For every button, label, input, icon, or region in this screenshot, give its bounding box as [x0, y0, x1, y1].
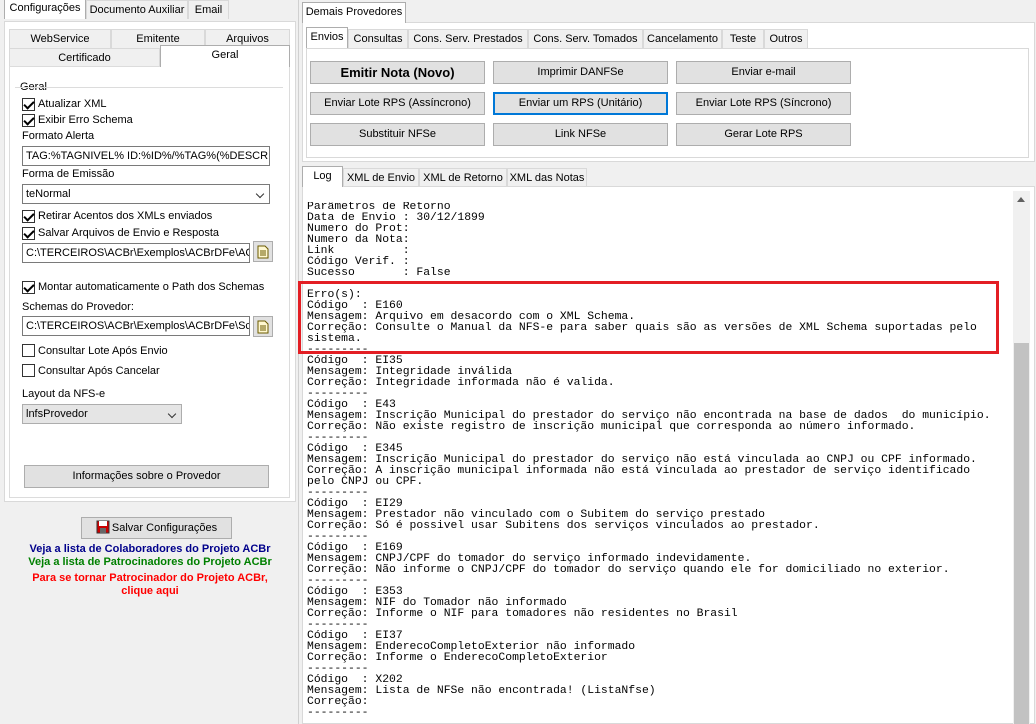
- tab-webservice[interactable]: WebService: [9, 29, 111, 48]
- gerar-lote-rps-button[interactable]: Gerar Lote RPS: [676, 123, 851, 146]
- log-line: ---------: [307, 707, 369, 719]
- consultar-cancelar-checkbox[interactable]: [22, 364, 35, 377]
- atualizar-xml-label: Atualizar XML: [38, 98, 107, 110]
- patrocinadores-link[interactable]: Veja a lista de Patrocinadores do Projet…: [0, 556, 300, 568]
- path-arquivos-input[interactable]: C:\TERCEIROS\ACBr\Exemplos\ACBrDFe\ACBr: [22, 243, 250, 263]
- log-line: pelo CNPJ ou CPF.: [307, 476, 424, 488]
- splitter[interactable]: [298, 0, 299, 724]
- log-line: Correção: Informe o NIF para tomadores n…: [307, 608, 738, 620]
- scroll-thumb[interactable]: [1014, 343, 1029, 724]
- log-line: Mensagem: Lista de NFSe não encontrada! …: [307, 685, 656, 697]
- clique-aqui-link[interactable]: clique aqui: [0, 585, 300, 597]
- log-line: ---------: [307, 531, 369, 543]
- enviar-lote-sincrono-button[interactable]: Enviar Lote RPS (Síncrono): [676, 92, 851, 115]
- log-line: Link :: [307, 245, 410, 257]
- tab-cons-serv-prestados[interactable]: Cons. Serv. Prestados: [408, 29, 528, 48]
- exibir-erro-schema-checkbox[interactable]: [22, 114, 35, 127]
- tab-log[interactable]: Log: [302, 166, 343, 187]
- log-line: Data de Envio : 30/12/1899: [307, 212, 485, 224]
- tab-xml-notas[interactable]: XML das Notas: [507, 168, 587, 187]
- save-disk-icon: [96, 520, 110, 534]
- log-line: Numero do Prot:: [307, 223, 410, 235]
- layout-nfse-select[interactable]: lnfsProvedor: [22, 404, 182, 424]
- log-memo[interactable]: Parâmetros de Retorno Data de Envio : 30/…: [307, 202, 1010, 722]
- log-scrollbar[interactable]: [1013, 191, 1030, 724]
- log-line: ---------: [307, 663, 369, 675]
- browse-schemas-button[interactable]: [253, 316, 273, 337]
- layout-nfse-label: Layout da NFS-e: [22, 388, 106, 400]
- tab-demais-provedores[interactable]: Demais Provedores: [302, 2, 406, 23]
- log-line: Correção:: [307, 696, 369, 708]
- forma-emissao-label: Forma de Emissão: [22, 168, 115, 180]
- group-line: [15, 87, 283, 88]
- informacoes-provedor-button[interactable]: Informações sobre o Provedor: [24, 465, 269, 488]
- atualizar-xml-checkbox[interactable]: [22, 98, 35, 111]
- enviar-um-rps-button[interactable]: Enviar um RPS (Unitário): [493, 92, 668, 115]
- document-icon: [257, 245, 269, 259]
- enviar-email-button[interactable]: Enviar e-mail: [676, 61, 851, 84]
- imprimir-danfse-button[interactable]: Imprimir DANFSe: [493, 61, 668, 84]
- document-icon: [257, 320, 269, 334]
- salvar-arquivos-label: Salvar Arquivos de Envio e Resposta: [38, 227, 219, 239]
- log-line: Correção: Integridade informada não é va…: [307, 377, 615, 389]
- substituir-nfse-button[interactable]: Substituir NFSe: [310, 123, 485, 146]
- retirar-acentos-label: Retirar Acentos dos XMLs enviados: [38, 210, 213, 222]
- log-line: ---------: [307, 619, 369, 631]
- formato-alerta-input[interactable]: TAG:%TAGNIVEL% ID:%ID%/%TAG%(%DESCRI: [22, 146, 270, 166]
- montar-path-label: Montar automaticamente o Path dos Schema…: [38, 281, 265, 293]
- error-highlight-box: [298, 281, 999, 354]
- consultar-lote-label: Consultar Lote Após Envio: [38, 345, 168, 357]
- log-line: Correção: Informe o EnderecoCompletoExte…: [307, 652, 608, 664]
- log-line: ---------: [307, 575, 369, 587]
- log-line: Correção: Não informe o CNPJ/CPF do toma…: [307, 564, 950, 576]
- browse-arquivos-button[interactable]: [253, 241, 273, 262]
- log-line: Numero da Nota:: [307, 234, 410, 246]
- log-line: ---------: [307, 487, 369, 499]
- tab-configuracoes[interactable]: Configurações: [4, 0, 86, 19]
- tab-email[interactable]: Email: [188, 0, 229, 19]
- link-nfse-button[interactable]: Link NFSe: [493, 123, 668, 146]
- tab-documento-auxiliar[interactable]: Documento Auxiliar: [86, 0, 188, 19]
- salvar-arquivos-checkbox[interactable]: [22, 227, 35, 240]
- salvar-configuracoes-label: Salvar Configurações: [111, 522, 218, 534]
- tab-consultas[interactable]: Consultas: [348, 29, 408, 48]
- log-line: Sucesso : False: [307, 267, 451, 279]
- consultar-lote-checkbox[interactable]: [22, 344, 35, 357]
- tab-cancelamento[interactable]: Cancelamento: [643, 29, 722, 48]
- tab-teste[interactable]: Teste: [722, 29, 764, 48]
- formato-alerta-label: Formato Alerta: [22, 130, 95, 142]
- tab-xml-envio[interactable]: XML de Envio: [343, 168, 419, 187]
- salvar-configuracoes-button[interactable]: Salvar Configurações: [81, 517, 232, 539]
- log-line: Correção: Só é possivel usar Subitens do…: [307, 520, 820, 532]
- forma-emissao-select[interactable]: teNormal: [22, 184, 270, 204]
- tab-geral[interactable]: Geral: [160, 45, 290, 67]
- retirar-acentos-checkbox[interactable]: [22, 210, 35, 223]
- exibir-erro-schema-label: Exibir Erro Schema: [38, 114, 133, 126]
- log-line: Correção: Não existe registro de inscriç…: [307, 421, 916, 433]
- tornar-patrocinador-link[interactable]: Para se tornar Patrocinador do Projeto A…: [0, 572, 300, 584]
- path-schemas-input[interactable]: C:\TERCEIROS\ACBr\Exemplos\ACBrDFe\Sche: [22, 316, 250, 336]
- colaboradores-link[interactable]: Veja a lista de Colaboradores do Projeto…: [0, 543, 300, 555]
- montar-path-checkbox[interactable]: [22, 281, 35, 294]
- emitir-nota-button[interactable]: Emitir Nota (Novo): [310, 61, 485, 84]
- scroll-up-icon[interactable]: [1017, 197, 1025, 202]
- log-line: ---------: [307, 388, 369, 400]
- tab-outros[interactable]: Outros: [764, 29, 808, 48]
- enviar-lote-assincrono-button[interactable]: Enviar Lote RPS (Assíncrono): [310, 92, 485, 115]
- tab-cons-serv-tomados[interactable]: Cons. Serv. Tomados: [528, 29, 643, 48]
- log-line: ---------: [307, 432, 369, 444]
- tab-xml-retorno[interactable]: XML de Retorno: [419, 168, 507, 187]
- consultar-cancelar-label: Consultar Após Cancelar: [38, 365, 160, 377]
- schemas-label: Schemas do Provedor:: [22, 301, 134, 313]
- tab-certificado[interactable]: Certificado: [9, 48, 160, 67]
- tab-envios[interactable]: Envios: [306, 27, 348, 48]
